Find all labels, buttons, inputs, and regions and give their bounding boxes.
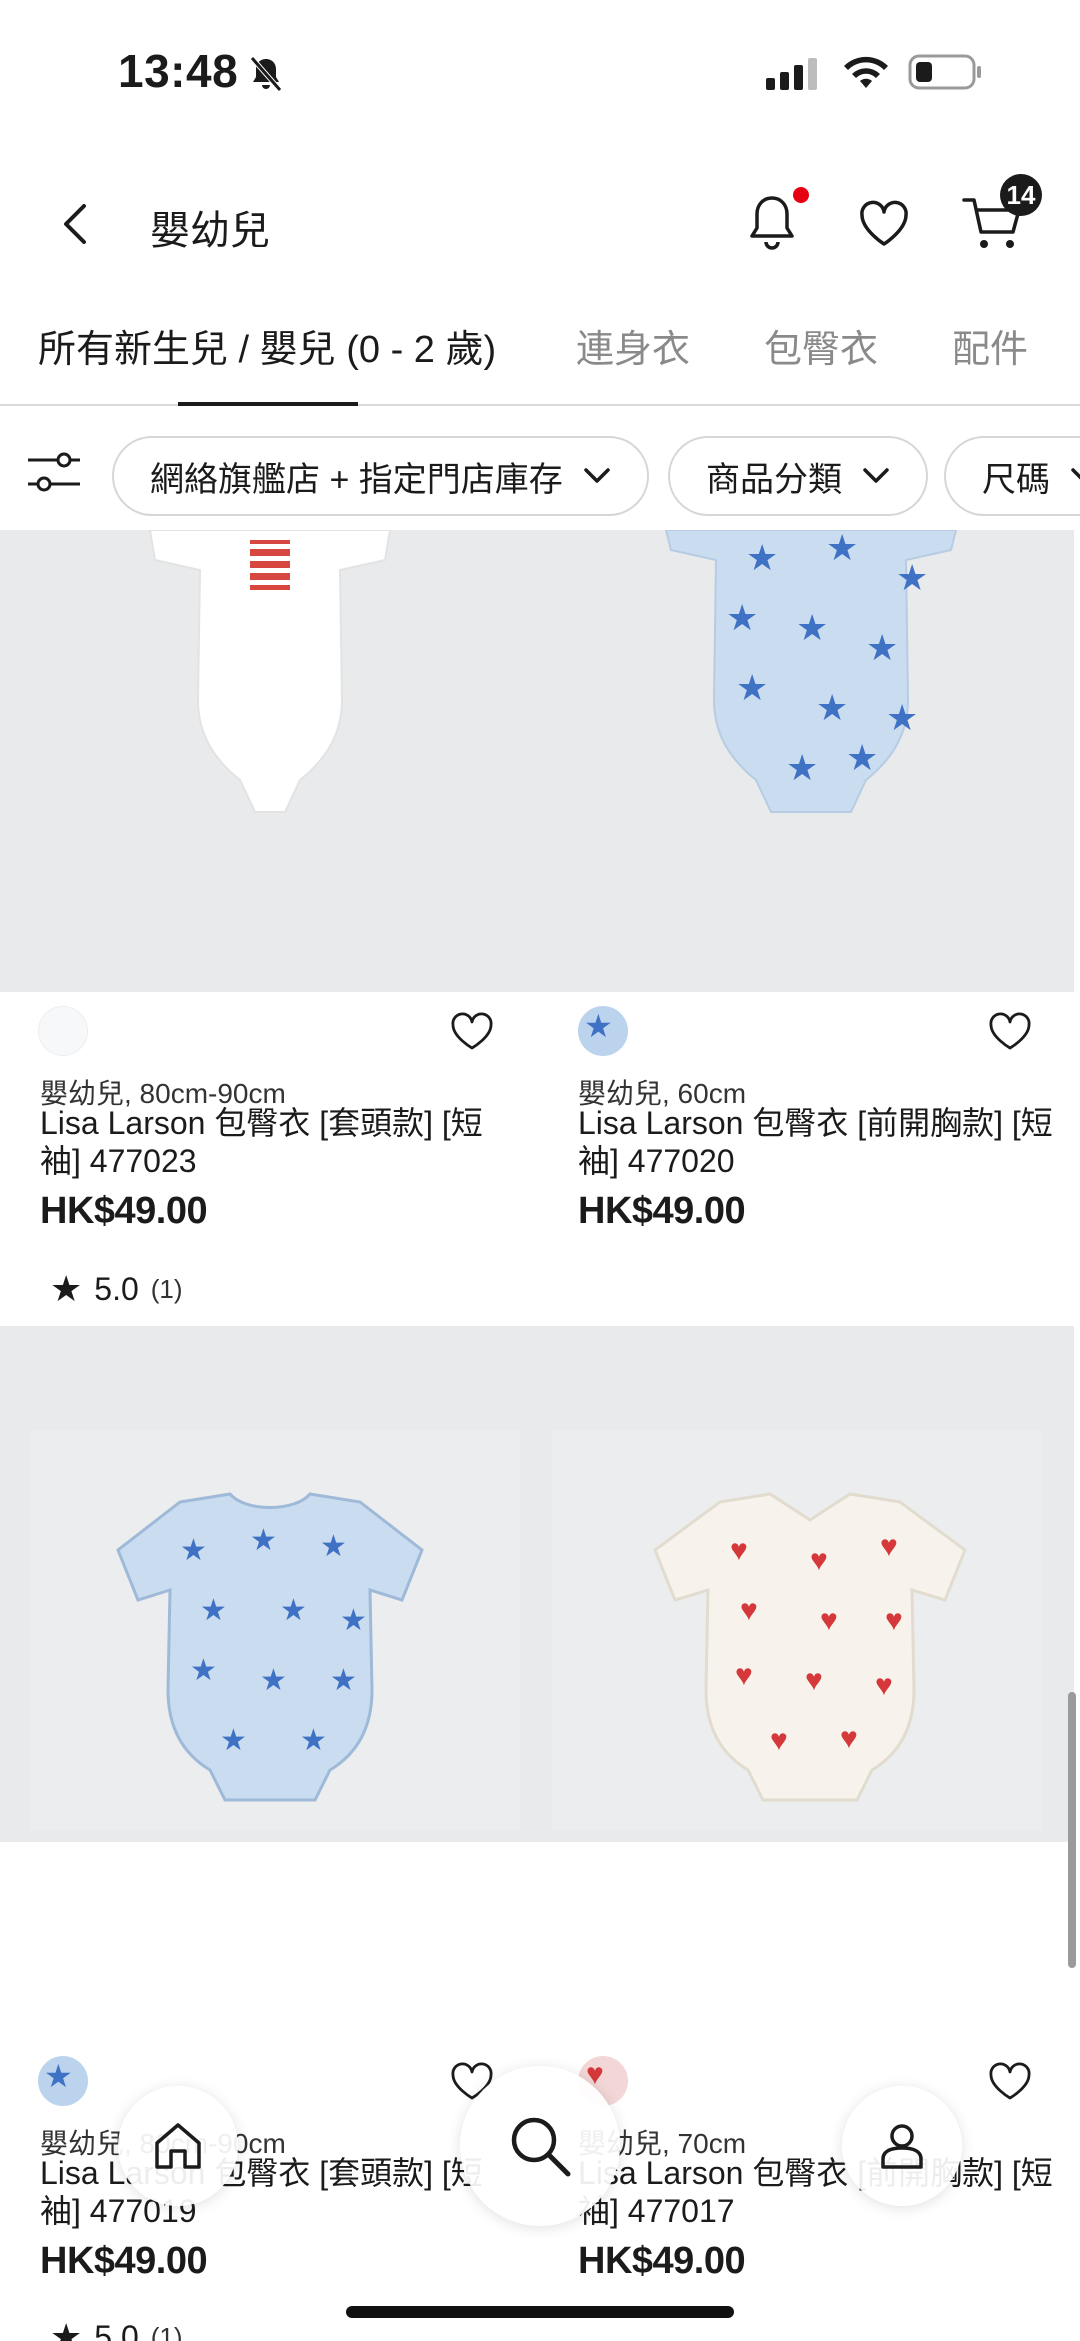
product-name[interactable]: Lisa Larson 包臀衣 [套頭款] [短袖] 477019	[40, 2154, 520, 2230]
page-title: 嬰幼兒	[150, 209, 270, 253]
svg-text:★: ★	[726, 597, 758, 638]
product-image[interactable]: ★★★ ★★★ ★★★ ★★	[110, 1490, 430, 1810]
product-price: HK$49.00	[40, 2240, 208, 2282]
home-icon	[155, 2123, 201, 2169]
cart-count-badge: 14	[1000, 174, 1042, 216]
star-icon: ★	[50, 1268, 83, 1309]
svg-text:♥: ♥	[880, 1530, 898, 1563]
app-header: 嬰幼兒	[0, 140, 1080, 300]
svg-text:♥: ♥	[840, 1722, 858, 1755]
product-rating: ★ 5.0 (1)	[50, 1268, 183, 1310]
star-icon: ★	[584, 1008, 613, 1044]
filter-icon[interactable]	[26, 450, 82, 494]
product-price: HK$49.00	[578, 2240, 746, 2282]
wifi-icon	[844, 56, 888, 88]
svg-text:★: ★	[260, 1664, 287, 1697]
filter-bar: 網絡旗艦店 + 指定門店庫存 商品分類 尺碼	[0, 408, 1080, 532]
back-icon[interactable]	[56, 200, 96, 248]
bell-off-icon	[250, 56, 282, 92]
review-count: (1)	[150, 2321, 183, 2341]
heart-icon[interactable]	[988, 1012, 1032, 1052]
svg-text:★: ★	[320, 1530, 347, 1563]
svg-text:♥: ♥	[770, 1724, 788, 1757]
svg-text:★: ★	[220, 1724, 247, 1757]
svg-text:★: ★	[886, 697, 918, 738]
svg-text:★: ★	[250, 1524, 277, 1557]
product-price: HK$49.00	[578, 1190, 746, 1232]
account-button[interactable]	[842, 2086, 962, 2206]
status-time: 13:48	[118, 45, 239, 97]
svg-text:★: ★	[190, 1654, 217, 1687]
star-icon: ★	[44, 2058, 73, 2094]
home-indicator[interactable]	[346, 2306, 734, 2318]
heart-icon[interactable]	[988, 2062, 1032, 2102]
filter-chip-size[interactable]: 尺碼	[944, 436, 1080, 516]
svg-text:★: ★	[746, 537, 778, 578]
svg-text:★: ★	[846, 737, 878, 778]
svg-text:★: ★	[796, 607, 828, 648]
svg-text:♥: ♥	[740, 1594, 758, 1627]
product-name[interactable]: Lisa Larson 包臀衣 [套頭款] [短袖] 477023	[40, 1104, 520, 1180]
product-name[interactable]: Lisa Larson 包臀衣 [前開胸款] [短袖] 477020	[578, 1104, 1058, 1180]
svg-text:♥: ♥	[820, 1604, 838, 1637]
rating-score: 5.0	[94, 2318, 139, 2341]
svg-text:★: ★	[866, 627, 898, 668]
bell-icon[interactable]	[744, 192, 800, 256]
svg-text:★: ★	[736, 667, 768, 708]
star-icon: ★	[50, 2316, 83, 2341]
svg-text:★: ★	[300, 1724, 327, 1757]
svg-text:★: ★	[280, 1594, 307, 1627]
svg-text:★: ★	[786, 747, 818, 788]
svg-text:★: ★	[330, 1664, 357, 1697]
heart-icon[interactable]	[450, 1012, 494, 1052]
home-button[interactable]	[118, 2086, 238, 2206]
scrollbar-thumb[interactable]	[1068, 1692, 1076, 1968]
filter-chip-label: 尺碼	[982, 460, 1050, 499]
color-swatch[interactable]: ★	[578, 1006, 628, 1056]
filter-chip-category[interactable]: 商品分類	[668, 436, 928, 516]
product-image[interactable]	[110, 530, 430, 830]
svg-text:★: ★	[896, 557, 928, 598]
svg-text:♥: ♥	[805, 1664, 823, 1697]
product-rating: ★ 5.0 (1)	[50, 2316, 183, 2341]
tab-all-newborn[interactable]: 所有新生兒 / 嬰兒 (0 - 2 歲)	[38, 318, 496, 373]
product-image[interactable]: ★★★ ★★★ ★★★ ★★	[646, 530, 976, 830]
product-price: HK$49.00	[40, 1190, 208, 1232]
filter-chip-label: 網絡旗艦店 + 指定門店庫存	[150, 460, 563, 499]
product-image[interactable]: ♥ ♥ ♥ ♥ ♥ ♥ ♥ ♥ ♥ ♥ ♥	[640, 1490, 980, 1810]
tab-bodysuits[interactable]: 包臀衣	[764, 318, 878, 373]
svg-text:★: ★	[816, 687, 848, 728]
product-name[interactable]: Lisa Larson 包臀衣 [前開胸款] [短袖] 477017	[578, 2154, 1058, 2230]
tab-accessories[interactable]: 配件	[952, 318, 1028, 373]
svg-text:♥: ♥	[885, 1604, 903, 1637]
chevron-down-icon	[863, 468, 889, 483]
svg-text:♥: ♥	[735, 1659, 753, 1692]
search-button[interactable]	[460, 2066, 620, 2226]
svg-text:★: ★	[180, 1534, 207, 1567]
status-bar: 13:48	[0, 0, 1080, 140]
color-swatch[interactable]: ★	[38, 2056, 88, 2106]
user-icon	[881, 2124, 923, 2169]
chevron-down-icon	[584, 468, 610, 483]
heart-icon[interactable]	[856, 196, 912, 252]
filter-chip-label: 商品分類	[706, 460, 842, 499]
svg-text:★: ★	[200, 1594, 227, 1627]
color-swatch[interactable]	[38, 1006, 88, 1056]
active-tab-indicator	[178, 402, 358, 406]
search-icon	[511, 2117, 571, 2177]
tab-onesies[interactable]: 連身衣	[576, 318, 690, 373]
signal-icon	[766, 58, 817, 90]
review-count: (1)	[150, 1273, 183, 1304]
svg-text:★: ★	[826, 530, 858, 568]
svg-text:♥: ♥	[875, 1669, 893, 1702]
notification-dot	[793, 187, 809, 203]
svg-text:♥: ♥	[730, 1534, 748, 1567]
battery-icon	[908, 54, 981, 90]
rating-score: 5.0	[94, 1270, 139, 1307]
svg-text:★: ★	[340, 1604, 367, 1637]
chevron-down-icon	[1071, 468, 1080, 480]
category-tabs: 所有新生兒 / 嬰兒 (0 - 2 歲) 連身衣 包臀衣 配件	[0, 300, 1080, 406]
svg-text:♥: ♥	[810, 1544, 828, 1577]
filter-chip-store-stock[interactable]: 網絡旗艦店 + 指定門店庫存	[112, 436, 649, 516]
